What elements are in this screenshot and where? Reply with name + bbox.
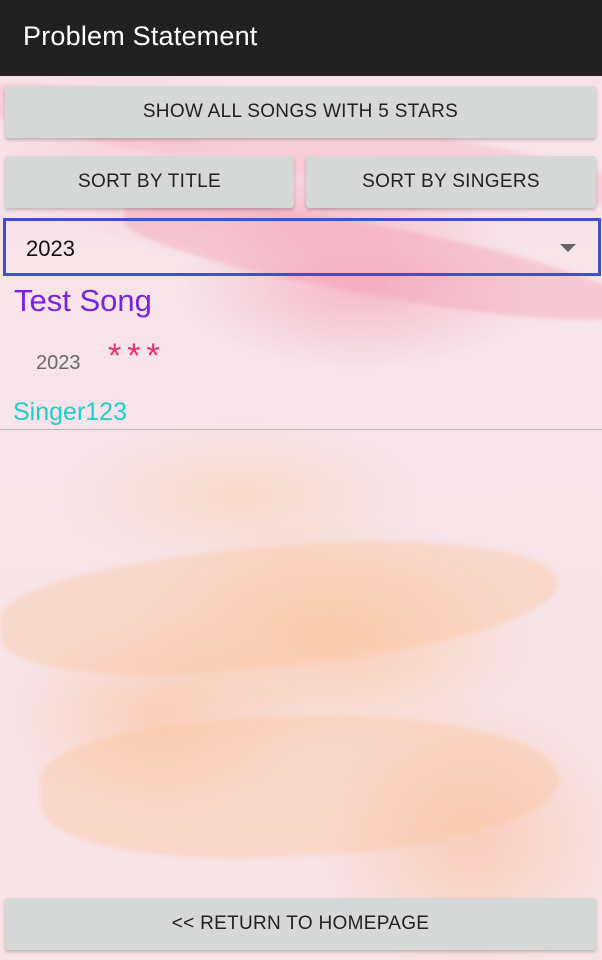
return-to-homepage-button[interactable]: << RETURN TO HOMEPAGE <box>5 898 596 950</box>
watercolor-background <box>0 76 602 960</box>
dropdown-arrow-icon <box>560 244 576 252</box>
year-filter-dropdown[interactable]: 2023 <box>3 218 601 276</box>
sort-by-singers-button[interactable]: SORT BY SINGERS <box>306 156 596 208</box>
song-singer: Singer123 <box>13 398 127 426</box>
song-title: Test Song <box>14 283 152 318</box>
app-bar: Problem Statement <box>0 0 602 76</box>
list-divider <box>0 429 602 430</box>
app-title: Problem Statement <box>23 21 258 51</box>
sort-by-title-button[interactable]: SORT BY TITLE <box>5 156 294 208</box>
song-list-item[interactable]: Test Song 2023 *** Singer123 <box>0 278 602 430</box>
song-year: 2023 <box>36 352 81 374</box>
song-star-rating: *** <box>108 337 166 375</box>
show-five-star-songs-button[interactable]: SHOW ALL SONGS WITH 5 STARS <box>5 86 596 138</box>
year-filter-selected-value: 2023 <box>26 236 75 261</box>
